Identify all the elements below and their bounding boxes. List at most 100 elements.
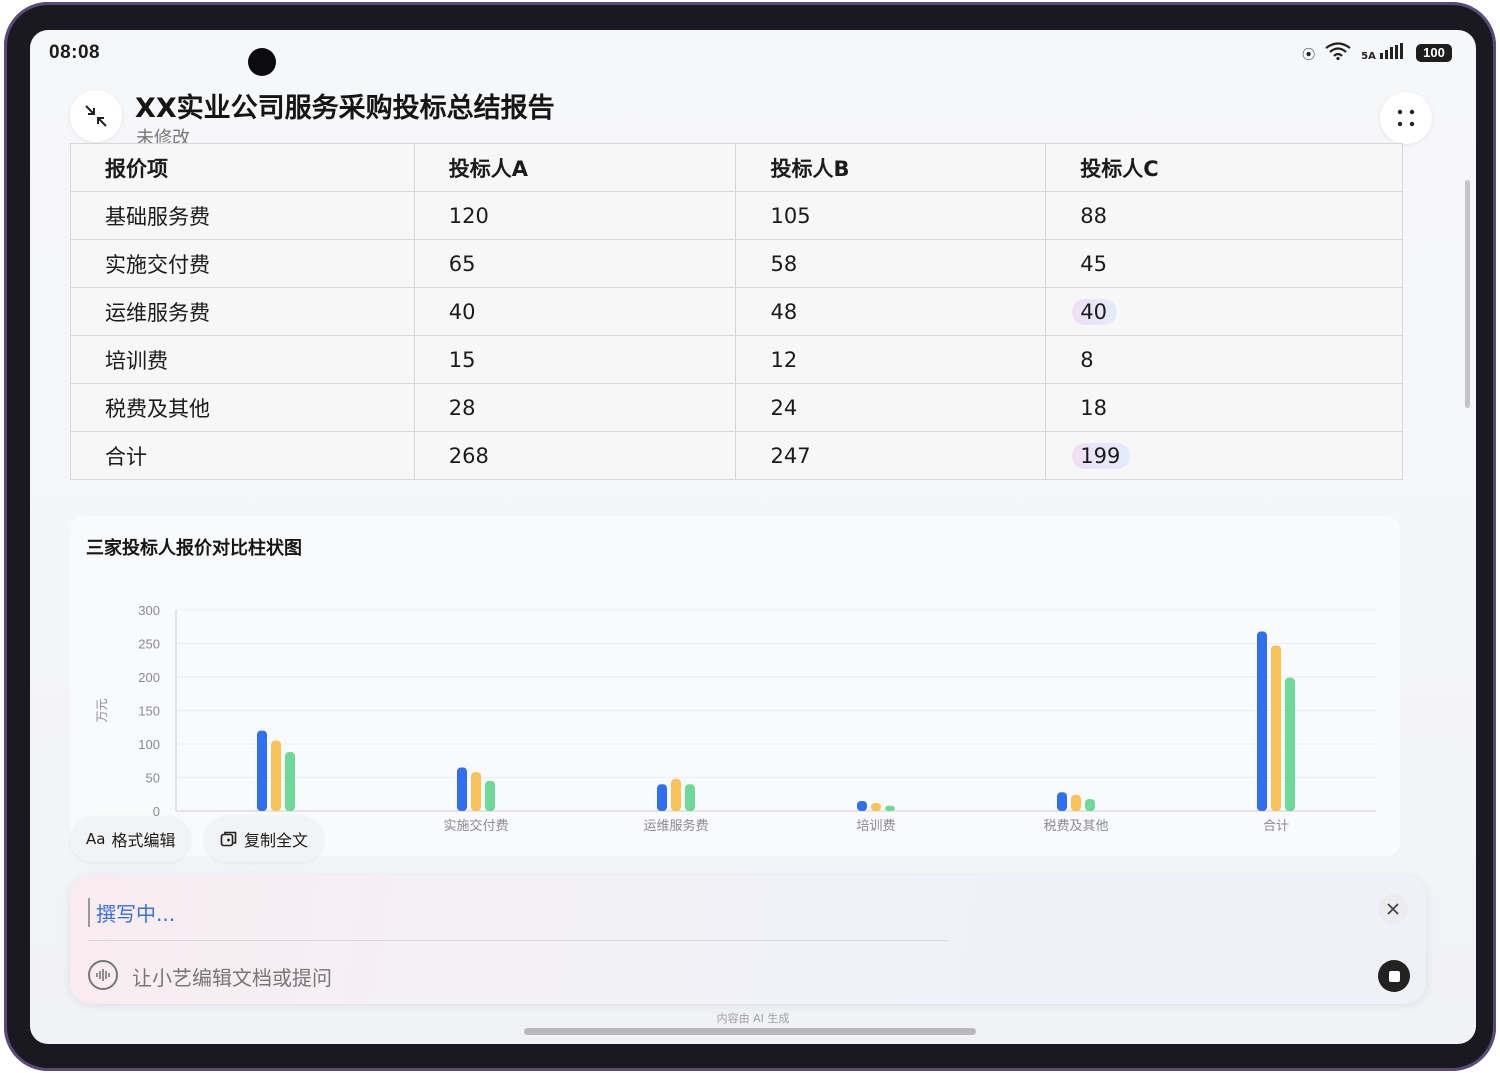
front-camera [248,48,276,76]
bar-chart: 050100150200250300万元基础服务费实施交付费运维服务费培训费税费… [95,603,1376,834]
y-tick-label: 250 [138,637,160,652]
bar [657,784,667,811]
signal-icon: 5A [1361,43,1406,63]
table-row: 培训费 15 12 8 [70,335,1403,384]
table-cell: 合计 [70,431,415,480]
table-cell: 247 [735,431,1047,480]
home-indicator[interactable] [524,1028,976,1035]
table-cell: 24 [735,383,1047,432]
format-edit-button[interactable]: Aa 格式编辑 [70,816,192,862]
nfc-icon: ⦿ [1302,47,1316,63]
status-icons: ⦿ 5A 100 [1302,42,1452,64]
chart-card: 三家投标人报价对比柱状图 050100150200250300万元基础服务费实施… [70,516,1400,856]
bar [871,802,881,811]
bar [885,805,895,811]
format-edit-label: 格式编辑 [111,831,176,850]
copy-all-button[interactable]: 复制全文 [204,816,325,862]
bar [1285,677,1295,811]
bar [1071,794,1081,811]
table-cell: 105 [735,191,1047,240]
highlight-value: 40 [1072,298,1117,325]
table-cell: 18 [1045,383,1403,432]
ai-divider [88,940,948,941]
table-cell: 58 [735,239,1047,288]
x-tick-label: 实施交付费 [443,818,508,834]
x-tick-label: 合计 [1263,819,1289,834]
bar [285,752,295,811]
y-axis-label: 万元 [95,698,109,722]
table-cell: 15 [413,335,737,384]
table-cell: 基础服务费 [70,191,415,240]
status-time: 08:08 [49,42,101,63]
ai-writing-status: 撰写中... [88,898,175,927]
more-options-button[interactable] [1380,92,1432,144]
table-cell: 12 [735,335,1047,384]
y-tick-label: 150 [138,704,160,719]
close-icon [1387,903,1399,915]
table-cell: 88 [1045,191,1403,240]
table-header-row: 报价项 投标人A 投标人B 投标人C [70,143,1403,192]
status-bar: 08:08 ⦿ 5A 100 [30,30,1476,76]
table-cell: 税费及其他 [70,383,415,432]
highlight-value: 199 [1072,442,1131,469]
copy-icon [220,831,237,847]
bar [1057,792,1067,811]
bar [257,730,267,811]
y-tick-label: 100 [138,737,160,752]
x-tick-label: 税费及其他 [1043,819,1108,834]
table-row: 税费及其他 28 24 18 [70,383,1403,432]
y-tick-label: 300 [138,603,160,618]
table-row: 实施交付费 65 58 45 [70,239,1403,288]
bar [1257,631,1267,811]
table-cell: 48 [735,287,1047,336]
stop-icon [1388,970,1400,982]
network-label: 5A [1361,51,1376,62]
bar [471,772,481,811]
table-cell: 120 [413,191,737,240]
table-cell: 40 [413,287,737,336]
table-row: 基础服务费 120 105 88 [70,191,1403,240]
device: 08:08 ⦿ 5A 100 XX实业公司服务采购投标总结报告 未修改 报价项 … [0,0,1500,1073]
wifi-icon [1325,42,1351,64]
bar [671,778,681,811]
ai-generated-note: 内容由 AI 生成 [716,1012,790,1025]
header-bidder-b: 投标人B [735,143,1047,192]
table-cell: 培训费 [70,335,415,384]
header-bidder-a: 投标人A [413,143,737,192]
x-tick-label: 运维服务费 [643,818,708,834]
table-cell: 实施交付费 [70,239,415,288]
header-item: 报价项 [70,143,415,192]
bar [685,784,695,811]
scrollbar[interactable] [1465,180,1470,408]
screen: 08:08 ⦿ 5A 100 XX实业公司服务采购投标总结报告 未修改 报价项 … [30,30,1476,1044]
table-cell: 运维服务费 [70,287,415,336]
bar [1085,798,1095,811]
table-cell-highlighted: 40 [1045,287,1403,336]
table-cell: 65 [413,239,737,288]
table-row: 运维服务费 40 48 40 [70,287,1403,336]
bar [457,767,467,811]
close-ai-button[interactable] [1378,894,1408,924]
text-format-icon: Aa [86,830,106,848]
bar [271,740,281,811]
table-cell-highlighted: 199 [1045,431,1403,480]
bar [857,800,867,811]
table-cell: 268 [413,431,737,480]
document-title: XX实业公司服务采购投标总结报告 [135,93,555,124]
table-row: 合计 268 247 199 [70,431,1403,480]
table-cell: 45 [1045,239,1403,288]
voice-input-icon[interactable] [88,960,118,990]
ai-prompt-input[interactable]: 让小艺编辑文档或提问 [132,962,332,991]
x-tick-label: 培训费 [856,818,895,834]
header-bidder-c: 投标人C [1045,143,1403,192]
table-cell: 8 [1045,335,1403,384]
bar [1271,645,1281,811]
stop-generation-button[interactable] [1378,960,1410,992]
y-tick-label: 50 [146,771,160,786]
bid-comparison-table: 报价项 投标人A 投标人B 投标人C 基础服务费 120 105 88 实施交付… [70,143,1403,480]
bar [485,780,495,811]
table-cell: 28 [413,383,737,432]
y-tick-label: 200 [138,670,160,685]
collapse-button[interactable] [70,90,122,142]
battery-indicator: 100 [1416,44,1452,62]
